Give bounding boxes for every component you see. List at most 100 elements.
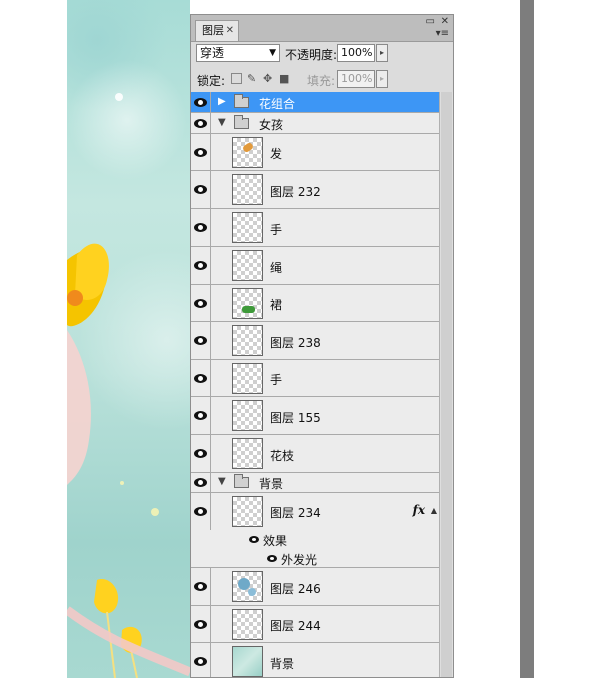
eye-icon (194, 336, 207, 345)
layer-name: 绳 (270, 261, 283, 275)
eye-icon (194, 298, 207, 308)
opacity-input[interactable]: 100% (337, 44, 375, 62)
panel-tabbar: 图层 ✕ ▭ ✕ ▾≡ (191, 15, 453, 42)
effect-row[interactable]: 外发光 (191, 549, 439, 568)
layer-row[interactable]: ▼ 女孩 (191, 113, 439, 134)
visibility-toggle[interactable] (191, 92, 211, 112)
workspace-background (520, 0, 534, 678)
eye-icon (194, 147, 207, 157)
layer-name: 图层 238 (270, 336, 321, 350)
effects-collapse-icon[interactable]: ▲ (431, 506, 437, 515)
lock-transparent-icon[interactable] (231, 73, 242, 84)
opacity-label: 不透明度: (285, 48, 338, 62)
eye-icon (194, 223, 207, 232)
minimize-icon[interactable]: ▭ (426, 16, 435, 27)
folder-icon (234, 474, 249, 488)
canvas-area[interactable] (67, 0, 190, 678)
layer-row[interactable]: 图层 246 (191, 568, 439, 606)
tab-close-icon[interactable]: ✕ (226, 21, 234, 41)
canvas-artwork (67, 0, 190, 678)
blend-mode-select[interactable]: 穿透 ▼ (196, 44, 280, 62)
layer-row[interactable]: 背景 (191, 643, 439, 677)
layer-row[interactable]: 手 (191, 360, 439, 397)
layer-thumbnail (232, 174, 263, 205)
eye-icon[interactable] (249, 536, 259, 543)
effects-label: 效果 (263, 534, 288, 548)
layer-name: 发 (270, 147, 283, 161)
visibility-toggle[interactable] (191, 285, 211, 321)
lock-fill-row: 锁定: ✎ ✥ ■ 填充: 100% ▸ (191, 68, 453, 93)
effects-row[interactable]: 效果 (191, 530, 439, 549)
collapse-triangle-icon[interactable]: ▼ (218, 476, 226, 487)
eye-icon (194, 185, 207, 194)
visibility-toggle[interactable] (191, 643, 211, 677)
visibility-toggle[interactable] (191, 171, 211, 208)
layer-thumbnail (232, 496, 263, 527)
layer-thumbnail (232, 288, 263, 319)
layer-thumbnail (232, 400, 263, 431)
eye-icon (194, 619, 207, 629)
layer-row[interactable]: 手 (191, 209, 439, 247)
layer-thumbnail (232, 137, 263, 168)
eye-icon (194, 657, 207, 666)
visibility-toggle[interactable] (191, 435, 211, 472)
layer-thumbnail (232, 325, 263, 356)
visibility-toggle[interactable] (191, 134, 211, 170)
visibility-toggle[interactable] (191, 493, 211, 530)
layer-name: 图层 246 (270, 582, 321, 596)
fx-icon[interactable]: fx (413, 503, 425, 517)
eye-icon (194, 449, 207, 458)
layer-row[interactable]: 图层 234 fx ▲ (191, 493, 439, 530)
layer-row[interactable]: 图层 244 (191, 606, 439, 643)
visibility-toggle[interactable] (191, 322, 211, 359)
tab-layers[interactable]: 图层 ✕ (195, 20, 239, 41)
layer-thumbnail (232, 646, 263, 677)
layer-name: 花枝 (270, 449, 295, 463)
layer-row[interactable]: 发 (191, 134, 439, 171)
layer-row[interactable]: ▼ 背景 (191, 473, 439, 493)
effect-name: 外发光 (281, 553, 318, 567)
visibility-toggle[interactable] (191, 360, 211, 396)
visibility-toggle[interactable] (191, 209, 211, 246)
layers-scrollbar[interactable] (439, 92, 453, 677)
lock-move-icon[interactable]: ✥ (263, 73, 274, 84)
visibility-toggle[interactable] (191, 568, 211, 605)
layer-row[interactable]: 花枝 (191, 435, 439, 473)
layer-thumbnail (232, 250, 263, 281)
layer-row[interactable]: 图层 155 (191, 397, 439, 435)
expand-triangle-icon[interactable]: ▶ (218, 96, 226, 107)
layer-row[interactable]: 图层 232 (191, 171, 439, 209)
layer-row[interactable]: 绳 (191, 247, 439, 285)
visibility-toggle[interactable] (191, 606, 211, 642)
eye-icon (194, 261, 207, 270)
visibility-toggle[interactable] (191, 473, 211, 492)
opacity-slider-icon[interactable]: ▸ (376, 44, 388, 62)
eye-icon (194, 373, 207, 383)
eye-icon[interactable] (267, 555, 277, 562)
blend-mode-value: 穿透 (200, 46, 225, 60)
fill-input[interactable]: 100% (337, 70, 375, 88)
lock-all-icon[interactable]: ■ (279, 73, 290, 84)
eye-icon (194, 507, 207, 516)
eye-icon (194, 582, 207, 591)
fill-slider-icon[interactable]: ▸ (376, 70, 388, 88)
visibility-toggle[interactable] (191, 113, 211, 133)
visibility-toggle[interactable] (191, 397, 211, 434)
scrollbar-thumb[interactable] (441, 92, 452, 677)
layer-name: 手 (270, 373, 283, 387)
panel-menu-icon[interactable]: ▾≡ (436, 28, 449, 39)
layer-name: 图层 244 (270, 619, 321, 633)
close-icon[interactable]: ✕ (441, 16, 449, 27)
layer-row[interactable]: 裙 (191, 285, 439, 322)
layer-name: 背景 (270, 657, 295, 671)
lock-paint-brush-icon[interactable]: ✎ (247, 73, 258, 84)
layer-name: 图层 232 (270, 185, 321, 199)
layer-name: 花组合 (259, 97, 296, 111)
layer-row[interactable]: ▶ 花组合 (191, 92, 439, 113)
collapse-triangle-icon[interactable]: ▼ (218, 117, 226, 128)
layer-thumbnail (232, 363, 263, 394)
layer-thumbnail (232, 609, 263, 640)
layer-row[interactable]: 图层 238 (191, 322, 439, 360)
visibility-toggle[interactable] (191, 247, 211, 284)
layer-thumbnail (232, 212, 263, 243)
